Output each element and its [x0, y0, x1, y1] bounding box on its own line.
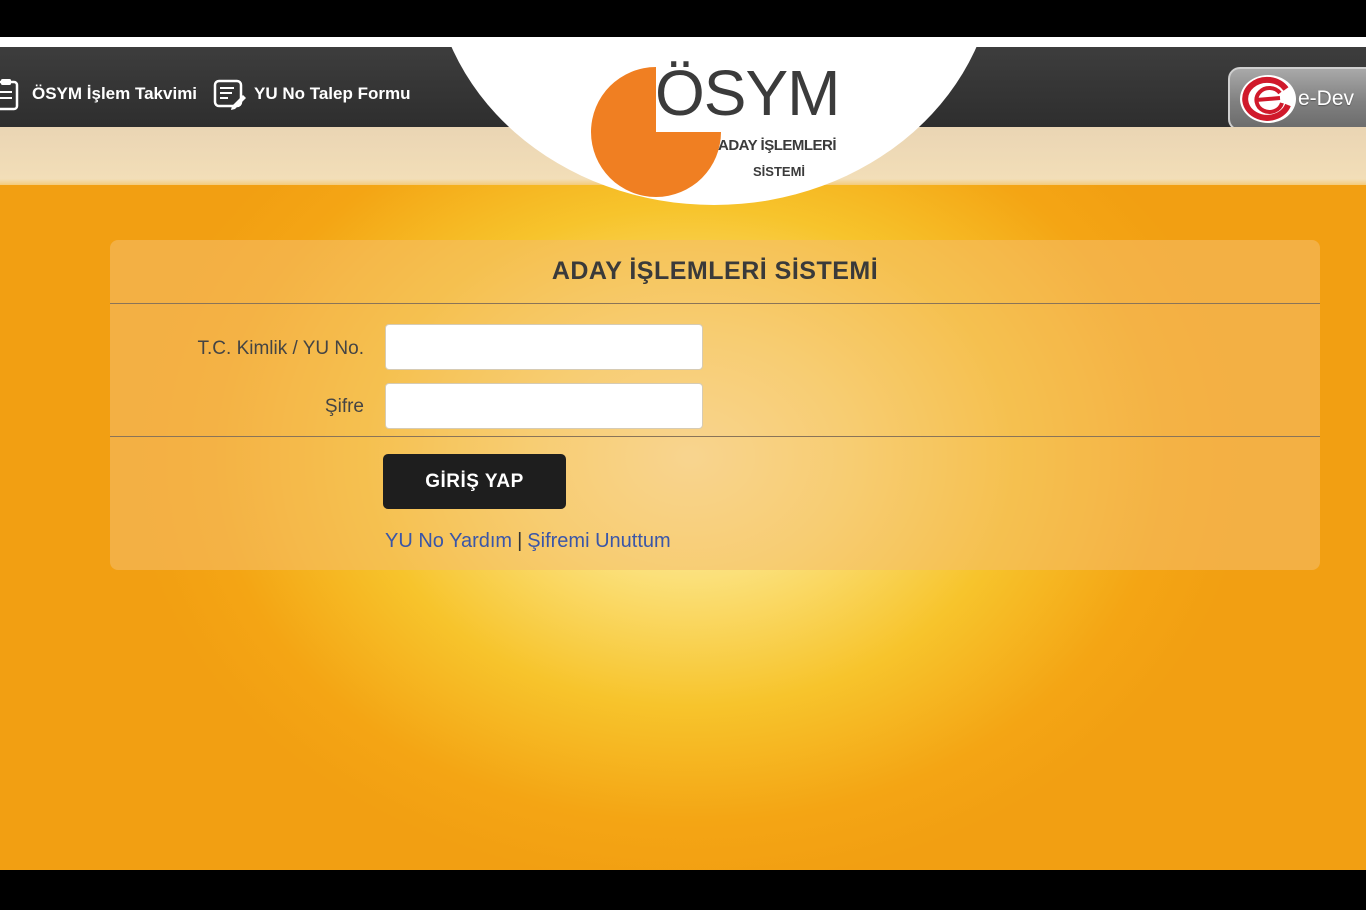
login-panel: ADAY İŞLEMLERİ SİSTEMİ T.C. Kimlik / YU … [110, 240, 1320, 570]
bottom-letterbox [0, 870, 1366, 910]
e-devlet-logo-icon [1240, 75, 1296, 123]
panel-divider [110, 303, 1320, 304]
top-letterbox [0, 0, 1366, 37]
tc-kimlik-input[interactable] [385, 324, 703, 370]
clipboard-icon [0, 79, 19, 111]
page-viewport: ÖSYM İşlem Takvimi YU No Talep Formu e-D… [0, 37, 1366, 870]
nav-link-label: YU No Talep Formu [254, 84, 411, 103]
logo-subtitle-line1: ADAY İŞLEMLERİ [718, 137, 837, 154]
yu-no-help-link[interactable]: YU No Yardım [385, 530, 512, 552]
forgot-password-link[interactable]: Şifremi Unuttum [527, 530, 670, 552]
e-devlet-login-button[interactable]: e-Dev [1228, 67, 1366, 131]
link-separator: | [517, 530, 523, 552]
login-panel-title: ADAY İŞLEMLERİ SİSTEMİ [551, 256, 879, 285]
nav-link-yu-no-talep-formu[interactable]: YU No Talep Formu [212, 76, 410, 112]
help-links: YU No Yardım | Şifremi Unuttum [385, 530, 671, 553]
login-button[interactable]: GİRİŞ YAP [383, 454, 566, 509]
nav-link-label: ÖSYM İşlem Takvimi [32, 84, 198, 103]
osym-logo[interactable]: ÖSYM ADAY İŞLEMLERİ SİSTEMİ [585, 55, 875, 205]
form-edit-icon [213, 79, 246, 110]
nav-link-islem-takvimi[interactable]: ÖSYM İşlem Takvimi [0, 76, 197, 112]
logo-wordmark: ÖSYM [655, 57, 840, 129]
password-label: Şifre [324, 396, 364, 417]
panel-divider [110, 436, 1320, 437]
password-input[interactable] [385, 383, 703, 429]
e-devlet-label: e-Dev [1298, 87, 1355, 110]
logo-subtitle-line2: SİSTEMİ [753, 164, 806, 179]
tc-kimlik-label: T.C. Kimlik / YU No. [197, 338, 364, 359]
